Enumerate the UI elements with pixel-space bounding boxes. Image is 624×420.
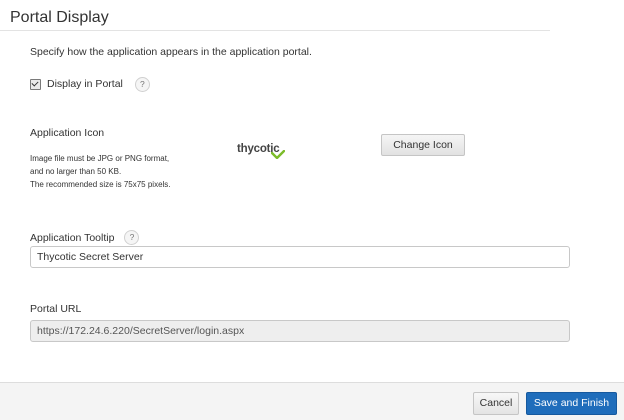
application-tooltip-label: Application Tooltip bbox=[30, 231, 115, 244]
title-divider bbox=[0, 30, 550, 31]
change-icon-button[interactable]: Change Icon bbox=[381, 134, 465, 156]
page-title: Portal Display bbox=[10, 9, 109, 26]
cancel-button[interactable]: Cancel bbox=[473, 392, 519, 415]
application-tooltip-label-row: Application Tooltip ? bbox=[30, 230, 140, 245]
help-icon[interactable]: ? bbox=[134, 76, 150, 92]
icon-requirements-hint: Image file must be JPG or PNG format, an… bbox=[30, 152, 171, 191]
display-in-portal-checkbox[interactable] bbox=[30, 78, 41, 90]
save-and-finish-button[interactable]: Save and Finish bbox=[526, 392, 617, 415]
hint-line: Image file must be JPG or PNG format, bbox=[30, 154, 170, 163]
display-in-portal-row: Display in Portal ? bbox=[30, 76, 150, 92]
display-in-portal-label[interactable]: Display in Portal bbox=[47, 78, 123, 90]
portal-url-label: Portal URL bbox=[30, 303, 82, 315]
hint-line: and no larger than 50 KB. bbox=[30, 167, 122, 176]
application-tooltip-input[interactable]: Thycotic Secret Server bbox=[30, 246, 570, 268]
portal-url-field[interactable]: https://172.24.6.220/SecretServer/login.… bbox=[30, 320, 570, 342]
application-icon-label: Application Icon bbox=[30, 127, 105, 139]
help-icon[interactable]: ? bbox=[124, 230, 140, 245]
logo-check-icon bbox=[271, 150, 285, 159]
hint-line: The recommended size is 75x75 pixels. bbox=[30, 180, 171, 189]
intro-text: Specify how the application appears in t… bbox=[30, 46, 312, 58]
